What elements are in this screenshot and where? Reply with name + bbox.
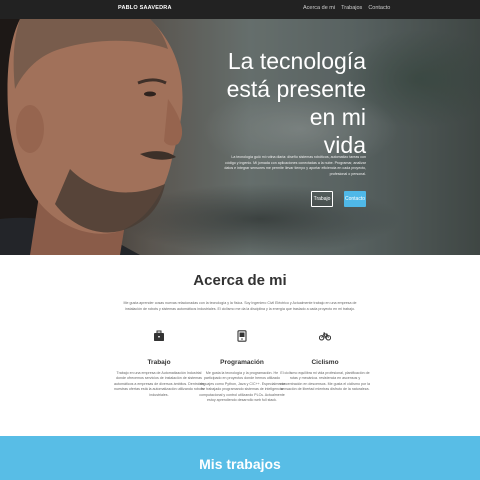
card-cycling-text: El ciclismo equilibra mi vida profesiona… bbox=[280, 371, 370, 392]
nav-links: Acerca de mi Trabajos Contacto bbox=[303, 5, 390, 11]
hero-title: La tecnología está presente en mi vida bbox=[200, 47, 366, 159]
briefcase-icon bbox=[154, 330, 164, 341]
about-description: Me gusta aprender cosas nuevas relaciona… bbox=[123, 301, 357, 311]
hero-title-line-1: La tecnología bbox=[227, 48, 366, 74]
works-title: Mis trabajos bbox=[199, 456, 281, 472]
hero-section: La tecnología está presente en mi vida L… bbox=[0, 19, 480, 255]
brand-logo[interactable]: PABLO SAAVEDRA bbox=[118, 5, 172, 11]
contact-button[interactable]: Contacto bbox=[344, 191, 366, 207]
works-button[interactable]: Trabajo bbox=[311, 191, 333, 207]
nav-link-contact[interactable]: Contacto bbox=[368, 5, 390, 11]
hero-title-line-2: está presente en mi bbox=[226, 76, 366, 130]
hero-buttons: Trabajo Contacto bbox=[311, 191, 366, 207]
about-section: Acerca de mi Me gusta aprender cosas nue… bbox=[0, 255, 480, 435]
card-work-title: Trabajo bbox=[147, 359, 171, 366]
navbar: PABLO SAAVEDRA Acerca de mi Trabajos Con… bbox=[0, 0, 480, 19]
card-programming-title: Programación bbox=[220, 359, 264, 366]
card-cycling-title: Ciclismo bbox=[311, 359, 339, 366]
about-title: Acerca de mi bbox=[193, 272, 287, 289]
card-programming-text: Me gusta la tecnología y la programación… bbox=[198, 371, 286, 403]
works-section: Mis trabajos bbox=[0, 436, 480, 480]
nav-link-about[interactable]: Acerca de mi bbox=[303, 5, 335, 11]
bicycle-icon bbox=[319, 332, 331, 341]
hero-description: La tecnología guió mi rutina diaria: dis… bbox=[224, 155, 366, 176]
nav-link-works[interactable]: Trabajos bbox=[341, 5, 362, 11]
computer-icon bbox=[237, 330, 247, 342]
card-work-text: Trabajo en una empresa de Automatización… bbox=[114, 371, 204, 397]
